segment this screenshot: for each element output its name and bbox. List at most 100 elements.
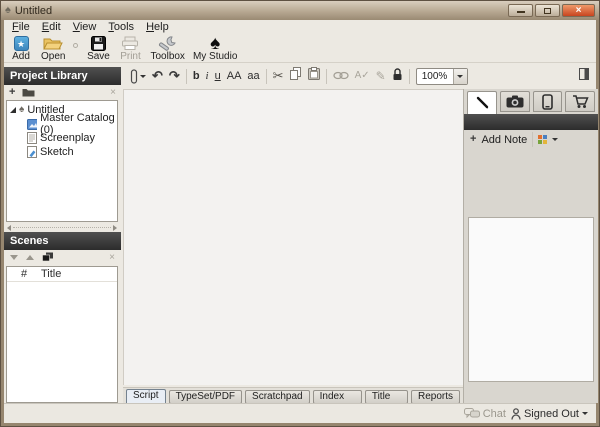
delete-scene-button[interactable]: × xyxy=(109,252,115,263)
maximize-button[interactable] xyxy=(535,4,560,17)
add-note-row: + Add Note xyxy=(464,130,598,149)
format-separator xyxy=(326,69,327,84)
expander-icon[interactable] xyxy=(10,107,16,113)
tree-item-master-catalog[interactable]: Master Catalog (0) xyxy=(7,117,117,131)
add-item-button[interactable]: + xyxy=(9,87,15,98)
link-chain-icon xyxy=(333,71,349,80)
tab-scratchpad[interactable]: Scratchpad xyxy=(245,390,310,404)
format-separator xyxy=(266,69,267,84)
close-button[interactable]: × xyxy=(562,4,595,17)
scroll-right-icon[interactable] xyxy=(113,225,117,231)
signed-out-label: Signed Out xyxy=(524,408,579,420)
project-tree[interactable]: ♠ Untitled Master Catalog (0) Screenplay… xyxy=(6,100,118,222)
sidebar-toggle-button[interactable] xyxy=(579,67,589,85)
paste-button[interactable] xyxy=(308,67,320,85)
camera-icon xyxy=(506,95,524,108)
cut-button[interactable]: ✂ xyxy=(273,69,284,83)
format-separator xyxy=(186,69,187,84)
menu-file[interactable]: File xyxy=(6,21,36,33)
chat-button[interactable]: Chat xyxy=(464,408,506,420)
edit-pen-button[interactable]: ✎ xyxy=(376,69,386,83)
print-icon xyxy=(121,35,139,52)
zoom-select[interactable]: 100% xyxy=(416,68,468,85)
zoom-dropdown-button[interactable] xyxy=(453,69,467,84)
scenes-toolbar: × xyxy=(6,251,119,264)
notes-sidebar: + Add Note xyxy=(463,89,598,403)
app-logo-icon: ♠ xyxy=(5,5,11,16)
open-button[interactable]: Open xyxy=(41,35,65,62)
signed-out-button[interactable]: Signed Out xyxy=(511,408,588,420)
link-button[interactable] xyxy=(333,67,349,85)
menu-help[interactable]: Help xyxy=(140,21,175,33)
print-label: Print xyxy=(120,52,141,62)
folder-icon xyxy=(22,87,35,97)
tab-media-camera[interactable] xyxy=(500,91,530,112)
move-scene-down-button[interactable] xyxy=(10,255,18,260)
lock-button[interactable] xyxy=(392,67,403,86)
tab-notes-pen[interactable] xyxy=(467,91,497,114)
note-content-area[interactable] xyxy=(468,217,594,382)
script-editor-area[interactable] xyxy=(123,89,463,385)
add-scene-button[interactable] xyxy=(42,249,54,267)
tree-item-label: Sketch xyxy=(40,146,74,158)
open-folder-icon xyxy=(43,35,63,52)
tab-title-page[interactable]: Title Page xyxy=(365,390,408,404)
save-label: Save xyxy=(87,52,110,62)
add-note-button[interactable]: Add Note xyxy=(481,134,527,146)
save-button[interactable]: Save xyxy=(86,35,110,62)
person-icon xyxy=(511,408,521,420)
tree-item-sketch[interactable]: Sketch xyxy=(7,145,117,159)
italic-button[interactable]: i xyxy=(206,69,209,83)
add-note-plus[interactable]: + xyxy=(470,134,476,145)
add-star-icon: ★ xyxy=(14,36,29,51)
note-color-palette-icon[interactable] xyxy=(538,135,547,144)
new-folder-button[interactable] xyxy=(22,84,35,102)
toolbox-button[interactable]: Toolbox xyxy=(150,35,184,62)
scenes-table[interactable]: # Title xyxy=(6,266,118,403)
insert-clip-button[interactable] xyxy=(130,69,146,84)
bold-button[interactable]: b xyxy=(193,69,200,83)
titlebar[interactable]: ♠ Untitled × xyxy=(1,1,599,20)
undo-button[interactable]: ↶ xyxy=(152,69,163,83)
clip-caret-icon xyxy=(140,75,146,78)
scenes-col-title: Title xyxy=(41,268,117,280)
menu-view[interactable]: View xyxy=(67,21,103,33)
window-title: Untitled xyxy=(15,5,52,17)
add-button[interactable]: ★ Add xyxy=(9,35,33,62)
toolbar-dot-icon xyxy=(73,43,78,48)
tree-item-label: Screenplay xyxy=(40,132,95,144)
sidebar-dark-bar xyxy=(464,114,598,130)
my-studio-button[interactable]: ♠ My Studio xyxy=(193,35,237,62)
tab-device[interactable] xyxy=(533,91,563,112)
spellcheck-button[interactable]: A✓ xyxy=(355,69,370,83)
zoom-value: 100% xyxy=(417,71,453,82)
note-color-caret-icon[interactable] xyxy=(552,138,558,141)
paste-icon xyxy=(308,67,320,80)
lowercase-button[interactable]: aa xyxy=(247,69,259,83)
format-separator xyxy=(409,69,410,84)
tab-store-cart[interactable] xyxy=(565,91,595,112)
my-studio-label: My Studio xyxy=(193,52,237,62)
tab-typeset-pdf[interactable]: TypeSet/PDF xyxy=(169,390,242,404)
chat-bubbles-icon xyxy=(464,408,480,419)
delete-item-button[interactable]: × xyxy=(110,87,116,98)
project-icon: ♠ xyxy=(19,105,24,115)
window-body: File Edit View Tools Help ★ Add Open xyxy=(4,20,596,423)
tab-index-cards[interactable]: Index Cards xyxy=(313,390,362,404)
menu-edit[interactable]: Edit xyxy=(36,21,67,33)
underline-button[interactable]: u xyxy=(215,69,221,83)
uppercase-button[interactable]: AA xyxy=(227,69,242,83)
print-button[interactable]: Print xyxy=(118,35,142,62)
addnote-separator xyxy=(532,132,533,147)
copy-button[interactable] xyxy=(290,67,302,85)
scroll-left-icon[interactable] xyxy=(7,225,11,231)
add-label: Add xyxy=(12,52,30,62)
close-icon: × xyxy=(563,5,594,17)
tree-horizontal-scrollbar[interactable] xyxy=(6,224,118,231)
tab-reports[interactable]: Reports xyxy=(411,390,460,404)
redo-button[interactable]: ↷ xyxy=(169,69,180,83)
move-scene-up-button[interactable] xyxy=(26,255,34,260)
catalog-icon xyxy=(27,119,37,130)
menu-tools[interactable]: Tools xyxy=(102,21,140,33)
minimize-button[interactable] xyxy=(508,4,533,17)
